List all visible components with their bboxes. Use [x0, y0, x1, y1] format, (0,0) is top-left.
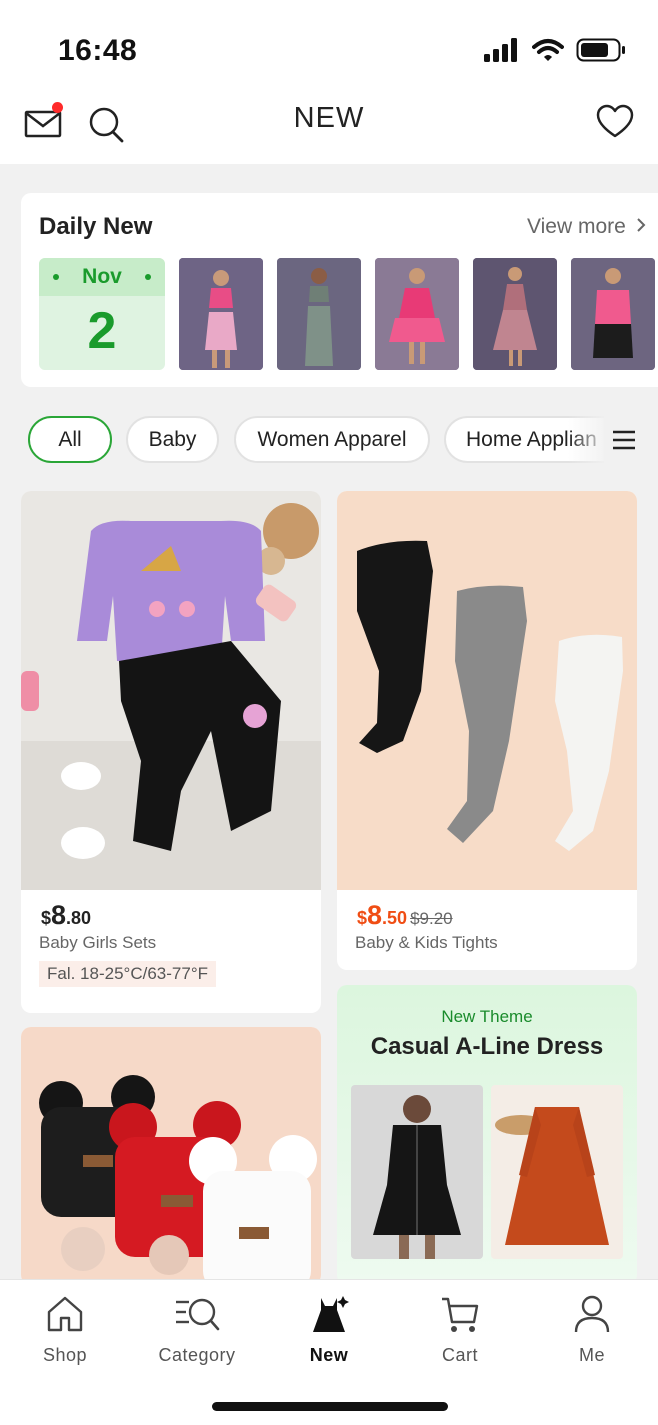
theme-image-2	[491, 1085, 623, 1259]
price-decimal: .50	[382, 908, 408, 928]
theme-label: New Theme	[441, 1007, 533, 1026]
price-integer: 8	[51, 900, 67, 930]
dress-sparkle-icon	[313, 1296, 349, 1332]
status-time: 16:48	[58, 34, 138, 67]
theme-image-1	[351, 1085, 483, 1259]
tab-shop[interactable]: Shop	[15, 1294, 115, 1366]
tab-new[interactable]: New	[279, 1294, 379, 1366]
theme-title: Casual A-Line Dress	[370, 1033, 604, 1060]
category-menu-button[interactable]	[612, 430, 636, 455]
daily-thumb-1[interactable]	[179, 258, 263, 370]
price-currency: $	[357, 908, 368, 928]
chip-baby[interactable]: Baby	[126, 416, 219, 463]
wifi-icon	[532, 39, 564, 61]
price-integer: 8	[367, 900, 383, 930]
category-search-icon	[176, 1298, 220, 1331]
view-more-link[interactable]: View more	[527, 215, 646, 239]
tab-me[interactable]: Me	[542, 1294, 642, 1366]
product-image	[337, 491, 637, 890]
daily-thumb-5[interactable]	[571, 258, 655, 370]
chevron-right-icon	[636, 218, 646, 232]
cart-icon	[442, 1297, 479, 1332]
home-indicator[interactable]	[212, 1402, 448, 1411]
daily-thumb-4[interactable]	[473, 258, 557, 370]
home-icon	[47, 1296, 83, 1332]
tab-me-label: Me	[578, 1345, 605, 1365]
top-nav: NEW	[0, 100, 658, 164]
product-image	[21, 491, 321, 890]
tab-category[interactable]: Category	[147, 1294, 247, 1366]
chip-all[interactable]: All	[28, 416, 112, 463]
daily-thumb-2[interactable]	[277, 258, 361, 370]
page-title: NEW	[293, 102, 365, 134]
theme-card[interactable]: New Theme Casual A-Line Dress	[337, 985, 637, 1285]
tab-category-label: Category	[158, 1345, 236, 1365]
original-price: $9.20	[410, 909, 453, 928]
daily-thumb-3[interactable]	[375, 258, 459, 370]
status-icons	[484, 38, 626, 62]
battery-icon	[576, 38, 625, 62]
price-decimal: .80	[66, 908, 92, 928]
product-price: $8.50 $9.20	[357, 900, 453, 931]
product-price: $8.80	[41, 900, 91, 931]
date-day: 2	[87, 302, 117, 360]
product-name: Baby Girls Sets	[39, 933, 157, 952]
date-tile[interactable]: Nov 2	[39, 258, 165, 370]
chip-women-apparel[interactable]: Women Apparel	[234, 416, 430, 463]
chips-fade	[568, 416, 608, 464]
signal-icon	[484, 38, 517, 62]
daily-new-section: Daily New View more Nov 2	[21, 193, 658, 387]
status-bar: 16:48	[0, 0, 658, 100]
tab-cart[interactable]: Cart	[410, 1294, 510, 1366]
wishlist-button[interactable]	[596, 104, 634, 145]
product-name: Baby & Kids Tights	[355, 933, 498, 952]
product-card[interactable]: $8.50 $9.20 Baby & Kids Tights	[337, 491, 637, 970]
product-card[interactable]	[21, 1027, 321, 1285]
tab-cart-label: Cart	[441, 1345, 478, 1365]
date-month: Nov	[39, 258, 165, 296]
daily-new-title: Daily New	[39, 213, 153, 240]
daily-new-thumbnails	[179, 258, 655, 370]
category-chips: All Baby Women Apparel Home Applian	[28, 416, 658, 464]
tab-shop-label: Shop	[42, 1345, 88, 1365]
menu-icon	[613, 430, 635, 450]
product-card[interactable]: $8.80 Baby Girls Sets Fal. 18-25°C/63-77…	[21, 491, 321, 1013]
heart-icon	[596, 104, 634, 138]
temperature-tag: Fal. 18-25°C/63-77°F	[39, 961, 217, 987]
person-icon	[574, 1295, 610, 1333]
price-currency: $	[41, 908, 52, 928]
product-image	[21, 1027, 321, 1285]
tab-new-label: New	[309, 1345, 349, 1365]
view-more-label: View more	[527, 215, 626, 238]
